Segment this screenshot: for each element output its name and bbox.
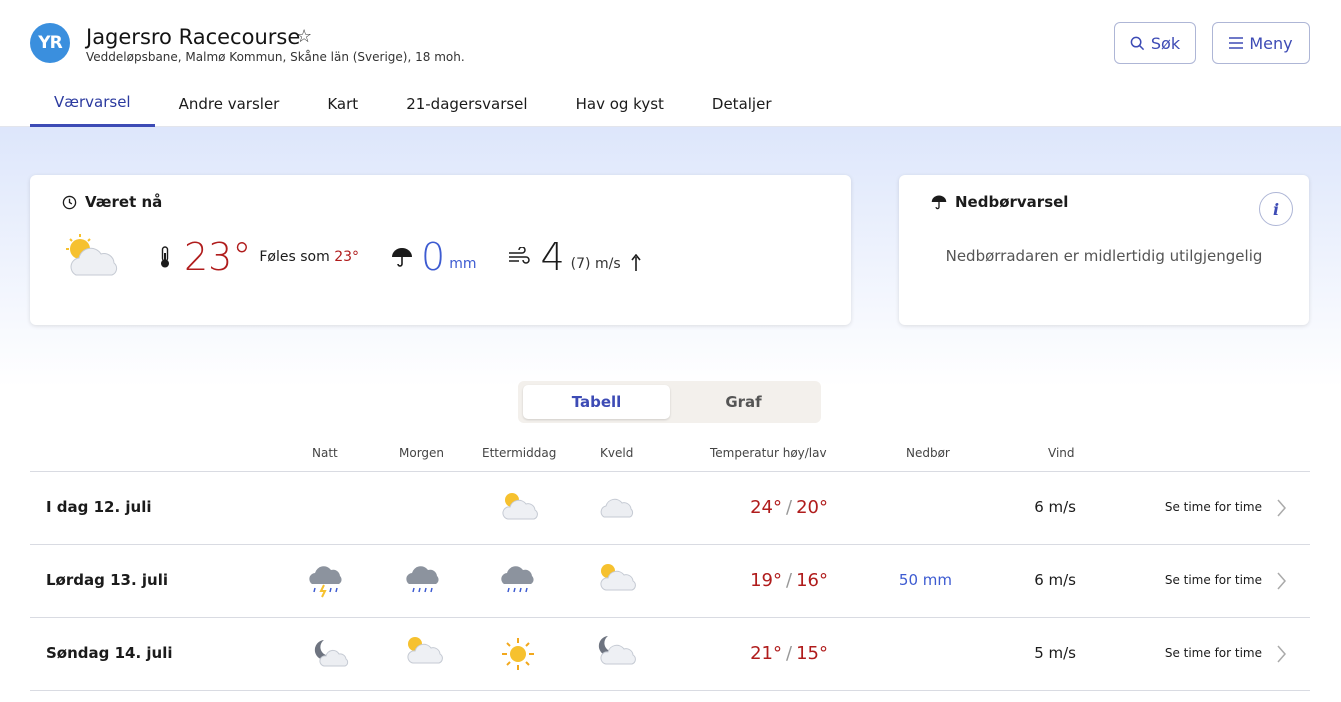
arrow-up-icon	[631, 254, 641, 271]
tab-vaervarsel[interactable]: Værvarsel	[30, 80, 155, 127]
partly-cloudy-day-icon	[502, 493, 538, 520]
hamburger-icon	[1229, 37, 1244, 49]
main-tabs: Værvarsel Andre varsler Kart 21-dagersva…	[30, 80, 796, 127]
location-title: Jagersro Racecourse	[86, 25, 301, 49]
site-header: YR Jagersro Racecourse ☆ Veddeløpsbane, …	[0, 0, 1341, 127]
row-temperatures: 19°/16°	[750, 570, 828, 591]
hourly-link[interactable]: Se time for time	[1140, 646, 1262, 660]
header-precipitation: Nedbør	[906, 446, 950, 460]
current-wind-speed: 4	[540, 235, 565, 279]
menu-button[interactable]: Meny	[1212, 22, 1310, 64]
search-icon	[1130, 36, 1145, 50]
rain-cloud-icon	[501, 566, 534, 593]
partly-cloudy-day-icon	[407, 637, 443, 664]
row-temperatures: 24°/20°	[750, 497, 828, 518]
temp-low: 15°	[796, 643, 828, 664]
header-wind: Vind	[1048, 446, 1075, 460]
sun-icon	[502, 638, 534, 670]
row-wind: 6 m/s	[1034, 571, 1076, 589]
tab-hav-og-kyst[interactable]: Hav og kyst	[552, 80, 688, 127]
wind-gust-value: (7)	[570, 256, 591, 272]
feels-like-label: Føles som	[259, 249, 330, 265]
thermometer-icon	[161, 246, 169, 268]
tab-21-dagersvarsel[interactable]: 21-dagersvarsel	[382, 80, 551, 127]
search-button[interactable]: Søk	[1114, 22, 1196, 64]
toggle-tabell[interactable]: Tabell	[523, 385, 670, 419]
header-temperature: Temperatur høy/lav	[710, 446, 827, 460]
current-weather-heading-text: Været nå	[85, 193, 163, 211]
radar-unavailable-message: Nedbørradaren er midlertidig utilgjengel…	[945, 247, 1263, 265]
umbrella-icon	[392, 248, 413, 267]
table-divider	[30, 544, 1310, 545]
temp-high: 19°	[750, 570, 783, 591]
row-temperatures: 21°/15°	[750, 643, 828, 664]
row-wind: 5 m/s	[1034, 644, 1076, 662]
clock-icon	[62, 195, 77, 209]
header-evening: Kveld	[600, 446, 634, 460]
temp-low: 16°	[796, 570, 828, 591]
chevron-right-icon[interactable]	[1274, 644, 1288, 664]
header-afternoon: Ettermiddag	[482, 446, 557, 460]
hourly-link[interactable]: Se time for time	[1140, 500, 1262, 514]
current-weather-card: Været nå 23° Føles som 23° 0 mm 4 (7) m/…	[30, 175, 851, 325]
location-subtitle: Veddeløpsbane, Malmø Kommun, Skåne län (…	[86, 50, 465, 64]
row-day: Lørdag 13. juli	[46, 571, 168, 589]
tab-detaljer[interactable]: Detaljer	[688, 80, 796, 127]
current-temperature: 23°	[184, 235, 252, 279]
view-toggle: Tabell Graf	[518, 381, 821, 423]
precipitation-heading: Nedbørvarsel	[931, 193, 1068, 211]
partly-cloudy-day-icon	[66, 234, 118, 276]
chevron-right-icon[interactable]	[1274, 498, 1288, 518]
partly-cloudy-day-icon	[600, 564, 636, 591]
temp-high: 24°	[750, 497, 783, 518]
tab-andre-varsler[interactable]: Andre varsler	[155, 80, 304, 127]
wind-icon	[509, 247, 531, 264]
umbrella-icon	[931, 195, 947, 210]
wind-gust: (7) m/s	[571, 256, 621, 272]
toggle-graf[interactable]: Graf	[670, 385, 817, 419]
precipitation-heading-text: Nedbørvarsel	[955, 193, 1069, 211]
row-day: I dag 12. juli	[46, 498, 152, 516]
table-divider	[30, 617, 1310, 618]
feels-like-value: 23°	[334, 249, 360, 265]
current-weather-values: 23° Føles som 23° 0 mm 4 (7) m/s	[62, 233, 641, 281]
menu-button-label: Meny	[1249, 33, 1293, 53]
feels-like: Føles som 23°	[259, 249, 359, 265]
partly-cloudy-night-icon	[598, 636, 636, 665]
header-night: Natt	[312, 446, 338, 460]
current-weather-heading: Været nå	[62, 193, 162, 211]
current-precipitation: 0	[421, 235, 446, 279]
info-button[interactable]: i	[1259, 192, 1293, 226]
table-divider	[30, 690, 1310, 691]
wind-unit: m/s	[594, 256, 621, 272]
cloud-icon	[600, 498, 634, 518]
chevron-right-icon[interactable]	[1274, 571, 1288, 591]
row-day: Søndag 14. juli	[46, 644, 173, 662]
yr-logo[interactable]: YR	[30, 23, 70, 63]
table-divider	[30, 471, 1310, 472]
search-button-label: Søk	[1150, 33, 1181, 53]
favorite-star-icon[interactable]: ☆	[296, 26, 312, 47]
thunderstorm-rain-icon	[309, 566, 342, 598]
precipitation-unit: mm	[449, 256, 477, 272]
tab-kart[interactable]: Kart	[303, 80, 382, 127]
partly-cloudy-night-icon	[314, 640, 349, 667]
row-wind: 6 m/s	[1034, 498, 1076, 516]
temp-high: 21°	[750, 643, 783, 664]
precipitation-forecast-card: Nedbørvarsel i Nedbørradaren er midlerti…	[899, 175, 1309, 325]
hourly-link[interactable]: Se time for time	[1140, 573, 1262, 587]
row-precipitation: 50 mm	[898, 571, 952, 589]
temp-low: 20°	[796, 497, 828, 518]
header-morning: Morgen	[399, 446, 445, 460]
rain-cloud-icon	[406, 566, 439, 593]
